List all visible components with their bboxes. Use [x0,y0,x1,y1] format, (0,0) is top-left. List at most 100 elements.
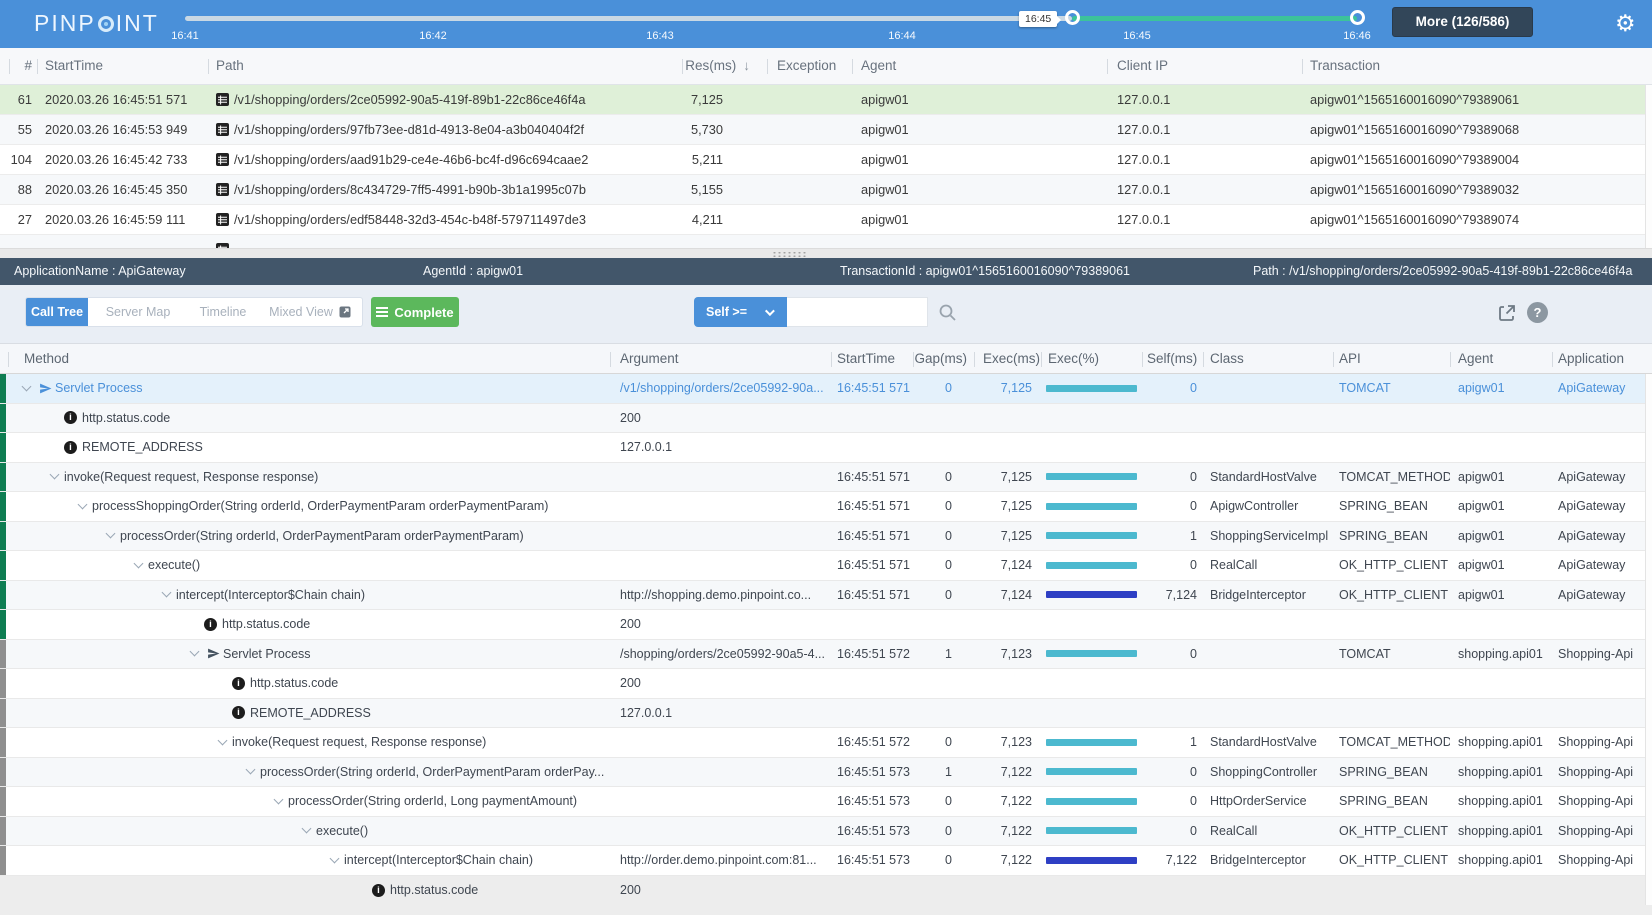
column-header-application[interactable]: Application [1552,344,1652,373]
column-header-transaction[interactable]: Transaction [1302,48,1652,84]
column-header-starttime[interactable]: StartTime [37,48,208,84]
settings-gear-icon[interactable]: ⚙ [1615,8,1636,38]
pinpoint-logo[interactable]: PINPINT [34,10,159,37]
column-header-starttime[interactable]: StartTime [831,344,913,373]
calltree-row[interactable]: ihttp.status.code200 [0,876,1652,906]
column-header-agent[interactable]: Agent [1450,344,1552,373]
method-label: processOrder(String orderId, OrderPaymen… [120,529,524,543]
cell-starttime: 16:45:51 571 [831,470,913,484]
exec-percent-bar [1046,768,1137,775]
transactions-table-header: #StartTimePathRes(ms)↓ExceptionAgentClie… [0,48,1652,85]
search-icon[interactable] [938,303,957,322]
timeline-track-selected[interactable] [1072,16,1357,21]
chevron-down-icon[interactable] [274,794,284,804]
calltree-row[interactable]: processOrder(String orderId, OrderPaymen… [0,758,1652,788]
tab-timeline[interactable]: Timeline [188,298,258,326]
calltree-row[interactable]: intercept(Interceptor$Chain chain)http:/… [0,846,1652,876]
calltree-row[interactable]: invoke(Request request, Response respons… [0,463,1652,493]
column-header-[interactable]: # [9,48,37,84]
timeline-handle-end[interactable] [1350,10,1365,25]
timeline-track[interactable] [185,16,1072,21]
column-header-api[interactable]: API [1333,344,1450,373]
column-header-class[interactable]: Class [1203,344,1333,373]
cell-method: Servlet Process [6,647,610,661]
transaction-row[interactable]: 552020.03.26 16:45:53 949/v1/shopping/or… [0,115,1652,145]
complete-button[interactable]: Complete [371,297,459,327]
transaction-row[interactable]: 612020.03.26 16:45:51 571/v1/shopping/or… [0,85,1652,115]
chevron-down-icon[interactable] [22,381,32,391]
chevron-down-icon[interactable] [246,765,256,775]
calltree-row[interactable]: execute()16:45:51 57307,1220RealCallOK_H… [0,817,1652,847]
cell-application: ApiGateway [1552,558,1652,572]
exec-percent-bar [1046,532,1137,539]
cell-exec-percent [1041,591,1142,598]
chevron-down-icon[interactable] [190,647,200,657]
column-header-argument[interactable]: Argument [610,344,831,373]
calltree-row[interactable]: iREMOTE_ADDRESS127.0.0.1 [0,433,1652,463]
chevron-down-icon[interactable] [302,824,312,834]
column-header-gapms[interactable]: Gap(ms) [913,344,974,373]
calltree-row[interactable]: execute()16:45:51 57107,1240RealCallOK_H… [0,551,1652,581]
cell-agent: apigw01 [1450,381,1552,395]
calltree-row[interactable]: processOrder(String orderId, OrderPaymen… [0,522,1652,552]
cell-exec-percent [1041,473,1142,480]
cell-transaction: apigw01^1565160016090^79389068 [1302,122,1652,137]
column-header-resms[interactable]: Res(ms)↓ [682,48,767,84]
chevron-down-icon[interactable] [330,853,340,863]
cell-application: Shopping-Api [1552,853,1652,867]
method-label: REMOTE_ADDRESS [250,706,371,720]
tab-mixed-view[interactable]: Mixed View [258,298,362,326]
timeline-handle-start[interactable] [1065,10,1080,25]
cell-api: OK_HTTP_CLIENT [1333,824,1450,838]
cell-method: ihttp.status.code [6,411,610,425]
column-header-path[interactable]: Path [208,48,682,84]
transaction-row[interactable]: 1042020.03.26 16:45:42 733/v1/shopping/o… [0,145,1652,175]
tab-server-map[interactable]: Server Map [88,298,188,326]
calltree-row[interactable]: ihttp.status.code200 [0,610,1652,640]
calltree-row[interactable]: intercept(Interceptor$Chain chain)http:/… [0,581,1652,611]
cell-starttime: 2020.03.26 16:45:42 733 [37,152,208,167]
chevron-down-icon[interactable] [50,470,60,480]
chevron-down-icon[interactable] [106,529,116,539]
calltree-row[interactable]: processOrder(String orderId, Long paymen… [0,787,1652,817]
transaction-row[interactable]: 882020.03.26 16:45:45 350/v1/shopping/or… [0,175,1652,205]
column-header-method[interactable]: Method [8,344,610,373]
chevron-down-icon[interactable] [134,558,144,568]
cell-gap-ms: 1 [913,647,974,661]
search-input[interactable] [787,297,928,327]
cell-method: iREMOTE_ADDRESS [6,440,610,454]
column-header-clientip[interactable]: Client IP [1107,48,1302,84]
more-button[interactable]: More (126/586) [1392,7,1533,37]
splitter-bar[interactable] [0,248,1652,258]
column-header-exception[interactable]: Exception [767,48,852,84]
cell-starttime: 2020.03.26 16:45:59 111 [37,212,208,227]
chevron-down-icon[interactable] [162,588,172,598]
calltree-row[interactable]: iREMOTE_ADDRESS127.0.0.1 [0,699,1652,729]
cell-index: 55 [0,122,37,137]
transaction-row[interactable]: 272020.03.26 16:45:59 111/v1/shopping/or… [0,205,1652,235]
chevron-down-icon[interactable] [218,735,228,745]
calltree-scrollbar-gutter[interactable] [1645,374,1652,905]
transaction-row[interactable] [0,235,1652,248]
filter-dropdown[interactable]: Self >= [694,297,787,327]
calltree-row[interactable]: invoke(Request request, Response respons… [0,728,1652,758]
cell-class: ShoppingController [1203,765,1333,779]
exec-percent-bar [1046,562,1137,569]
cell-transaction: apigw01^1565160016090^79389061 [1302,92,1652,107]
column-header-selfms[interactable]: Self(ms) [1142,344,1203,373]
calltree-row[interactable]: ihttp.status.code200 [0,404,1652,434]
open-in-new-icon[interactable] [1497,303,1517,323]
cell-agent: apigw01 [1450,470,1552,484]
column-header-execms[interactable]: Exec(ms) [974,344,1041,373]
help-icon[interactable]: ? [1527,302,1548,323]
calltree-row[interactable]: ihttp.status.code200 [0,669,1652,699]
cell-transaction: apigw01^1565160016090^79389004 [1302,152,1652,167]
calltree-row[interactable]: processShoppingOrder(String orderId, Ord… [0,492,1652,522]
calltree-row[interactable]: Servlet Process/shopping/orders/2ce05992… [0,640,1652,670]
calltree-row[interactable]: Servlet Process/v1/shopping/orders/2ce05… [0,374,1652,404]
column-header-exec[interactable]: Exec(%) [1041,344,1142,373]
tab-call-tree[interactable]: Call Tree [26,298,88,326]
transactions-scrollbar-gutter[interactable] [1645,85,1652,248]
chevron-down-icon[interactable] [78,499,88,509]
column-header-agent[interactable]: Agent [852,48,1107,84]
